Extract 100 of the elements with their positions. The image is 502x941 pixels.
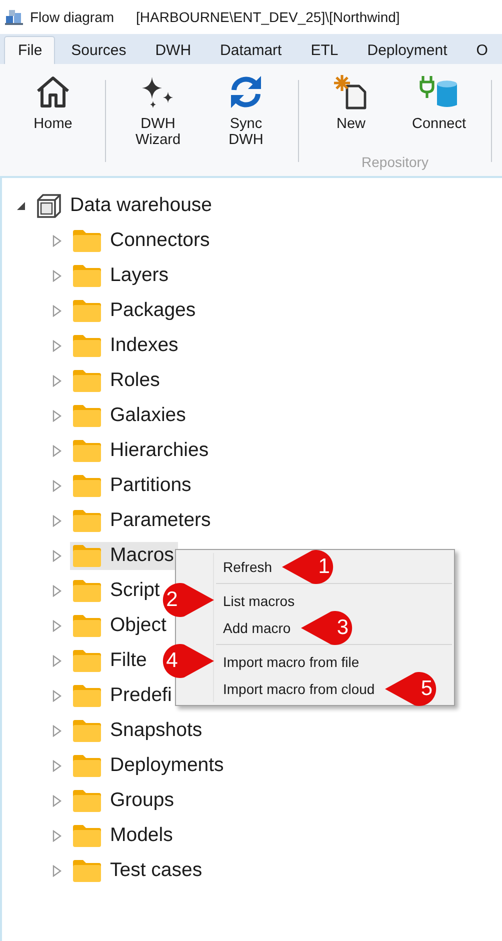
folder-icon bbox=[72, 824, 102, 848]
ribbon-tab[interactable]: ETL bbox=[296, 36, 352, 64]
tree-item[interactable]: Script bbox=[70, 576, 164, 604]
tree-item-label: Parameters bbox=[110, 509, 211, 532]
tree-item-label: Macros bbox=[110, 544, 174, 567]
expand-arrow-icon[interactable] bbox=[52, 514, 62, 526]
cube-icon bbox=[36, 192, 62, 218]
folder-icon bbox=[72, 264, 102, 288]
tree-item[interactable]: Parameters bbox=[70, 506, 215, 534]
ribbon-tab[interactable]: Datamart bbox=[206, 36, 295, 64]
tree-item[interactable]: Roles bbox=[70, 366, 164, 394]
expand-arrow-icon[interactable] bbox=[52, 620, 62, 632]
expand-arrow-icon[interactable] bbox=[52, 830, 62, 842]
expand-arrow-icon[interactable] bbox=[52, 410, 62, 422]
expand-arrow-icon[interactable] bbox=[52, 374, 62, 386]
folder-icon bbox=[72, 578, 102, 602]
folder-icon bbox=[72, 788, 102, 812]
tree-item[interactable]: Predefi bbox=[70, 682, 176, 710]
tree-item-label: Partitions bbox=[110, 474, 192, 497]
menu-item[interactable]: Refresh bbox=[223, 558, 272, 574]
menu-item[interactable]: Import macro from cloud bbox=[223, 680, 375, 696]
folder-icon bbox=[72, 334, 102, 358]
tree-item-label: Hierarchies bbox=[110, 439, 209, 462]
tree-item[interactable]: Test cases bbox=[70, 856, 206, 884]
tree-item-label: Galaxies bbox=[110, 404, 186, 427]
ribbon-tab[interactable]: O bbox=[462, 36, 501, 64]
expand-arrow-icon[interactable] bbox=[52, 304, 62, 316]
expand-arrow-icon[interactable] bbox=[52, 654, 62, 666]
tree-item[interactable]: Data warehouse bbox=[70, 194, 212, 217]
folder-icon bbox=[72, 718, 102, 742]
tree-item[interactable]: Models bbox=[70, 822, 177, 850]
expand-arrow-icon[interactable] bbox=[52, 690, 62, 702]
new-document-icon bbox=[333, 74, 369, 110]
tree-item[interactable]: Deployments bbox=[70, 752, 228, 780]
expand-arrow-icon[interactable] bbox=[52, 234, 62, 246]
tree-item-label: Indexes bbox=[110, 334, 178, 357]
collapse-arrow-icon[interactable] bbox=[16, 200, 26, 210]
folder-icon bbox=[72, 684, 102, 708]
expand-arrow-icon[interactable] bbox=[52, 584, 62, 596]
tree-item-label: Script bbox=[110, 579, 160, 602]
tree-item[interactable]: Filte bbox=[70, 646, 151, 674]
tree-item[interactable]: Connectors bbox=[70, 226, 214, 254]
tree-item-label: Models bbox=[110, 824, 173, 847]
tree-item[interactable]: Macros bbox=[70, 542, 178, 570]
tree-item[interactable]: Snapshots bbox=[70, 716, 206, 744]
tree-item[interactable]: Partitions bbox=[70, 472, 196, 500]
ribbon-tab[interactable]: File bbox=[4, 36, 56, 64]
tree-item-label: Filte bbox=[110, 649, 147, 672]
menu-item[interactable]: Add macro bbox=[223, 620, 291, 636]
tree-item[interactable]: Layers bbox=[70, 262, 173, 290]
expand-arrow-icon[interactable] bbox=[52, 864, 62, 876]
folder-icon bbox=[72, 404, 102, 428]
expand-arrow-icon[interactable] bbox=[52, 724, 62, 736]
ribbon-tab[interactable]: Sources bbox=[57, 36, 140, 64]
folder-icon bbox=[72, 648, 102, 672]
tree-item-label: Snapshots bbox=[110, 719, 202, 742]
tree-item-label: Deployments bbox=[110, 754, 224, 777]
tree-item-label: Roles bbox=[110, 369, 160, 392]
menu-item[interactable]: Import macro from file bbox=[223, 654, 360, 670]
folder-icon bbox=[72, 614, 102, 638]
tree-item[interactable]: Indexes bbox=[70, 332, 182, 360]
tree-item-label: Layers bbox=[110, 264, 169, 287]
expand-arrow-icon[interactable] bbox=[52, 760, 62, 772]
expand-arrow-icon[interactable] bbox=[52, 480, 62, 492]
tree-item-label: Groups bbox=[110, 789, 174, 812]
folder-icon bbox=[72, 438, 102, 462]
app-icon bbox=[4, 7, 24, 27]
tree-item[interactable]: Object bbox=[70, 612, 170, 640]
expand-arrow-icon[interactable] bbox=[52, 340, 62, 352]
folder-icon bbox=[72, 508, 102, 532]
plug-database-icon bbox=[419, 74, 459, 110]
tree-item[interactable]: Hierarchies bbox=[70, 436, 213, 464]
folder-icon bbox=[72, 298, 102, 322]
home-icon bbox=[35, 74, 71, 110]
folder-icon bbox=[72, 754, 102, 778]
ribbon-button[interactable]: New bbox=[307, 70, 395, 136]
expand-arrow-icon[interactable] bbox=[52, 444, 62, 456]
tree-item-label: Predefi bbox=[110, 684, 172, 707]
ribbon-button[interactable]: Home bbox=[9, 70, 97, 136]
menu-item[interactable]: List macros bbox=[223, 592, 295, 608]
expand-arrow-icon[interactable] bbox=[52, 270, 62, 282]
tree-item[interactable]: Packages bbox=[70, 296, 200, 324]
tree-item[interactable]: Galaxies bbox=[70, 402, 190, 430]
expand-arrow-icon[interactable] bbox=[52, 550, 62, 562]
folder-icon bbox=[72, 228, 102, 252]
folder-icon bbox=[72, 858, 102, 882]
window-title: Flow diagram bbox=[30, 9, 114, 25]
ribbon-tab[interactable]: Deployment bbox=[353, 36, 460, 64]
ribbon-button[interactable]: DWH Wizard bbox=[114, 70, 202, 152]
folder-icon bbox=[72, 544, 102, 568]
ribbon-button[interactable]: Sync DWH bbox=[202, 70, 290, 152]
expand-arrow-icon[interactable] bbox=[52, 794, 62, 806]
sync-icon bbox=[228, 74, 264, 110]
ribbon-tab[interactable]: DWH bbox=[141, 36, 204, 64]
folder-icon bbox=[72, 474, 102, 498]
folder-icon bbox=[72, 368, 102, 392]
ribbon-button[interactable]: Connect bbox=[395, 70, 483, 136]
tree-item[interactable]: Groups bbox=[70, 786, 178, 814]
tree-item-label: Test cases bbox=[110, 859, 202, 882]
window-path: [HARBOURNE\ENT_DEV_25]\[Northwind] bbox=[136, 9, 400, 25]
